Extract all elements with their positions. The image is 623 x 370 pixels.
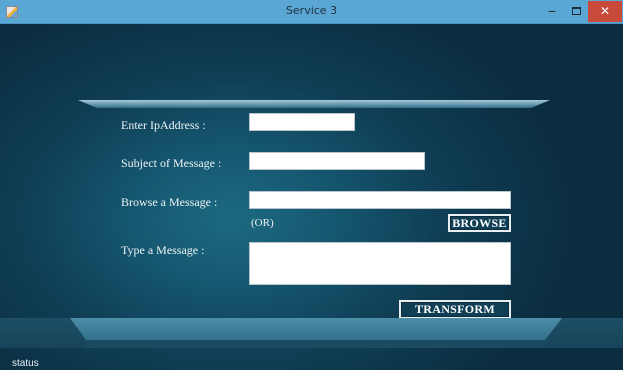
status-bar (0, 348, 623, 370)
minimize-button[interactable]: – (540, 1, 564, 22)
browse-message-label: Browse a Message : (121, 195, 218, 209)
message-textarea[interactable] (249, 242, 511, 285)
close-button[interactable]: ✕ (588, 1, 622, 22)
browse-button[interactable]: BROWSE (448, 214, 511, 232)
transform-button[interactable]: TRANSFORM (399, 300, 511, 319)
footer-band-inner (86, 340, 545, 348)
maximize-button[interactable] (564, 1, 588, 22)
title-bar[interactable]: Service 3 – ✕ (0, 0, 623, 24)
ip-address-label: Enter IpAddress : (121, 118, 206, 132)
status-label: status (12, 358, 39, 369)
browse-path-input[interactable] (249, 191, 511, 209)
subject-input[interactable] (249, 152, 425, 170)
subject-label: Subject of Message : (121, 156, 222, 170)
ip-address-input[interactable] (249, 113, 355, 131)
or-text: (OR) (251, 217, 274, 229)
header-divider (78, 100, 550, 108)
service-window: Service 3 – ✕ Enter IpAddress : Subject … (0, 0, 623, 370)
window-title: Service 3 (285, 4, 338, 17)
maximize-icon (571, 7, 581, 15)
type-message-label: Type a Message : (121, 243, 205, 257)
